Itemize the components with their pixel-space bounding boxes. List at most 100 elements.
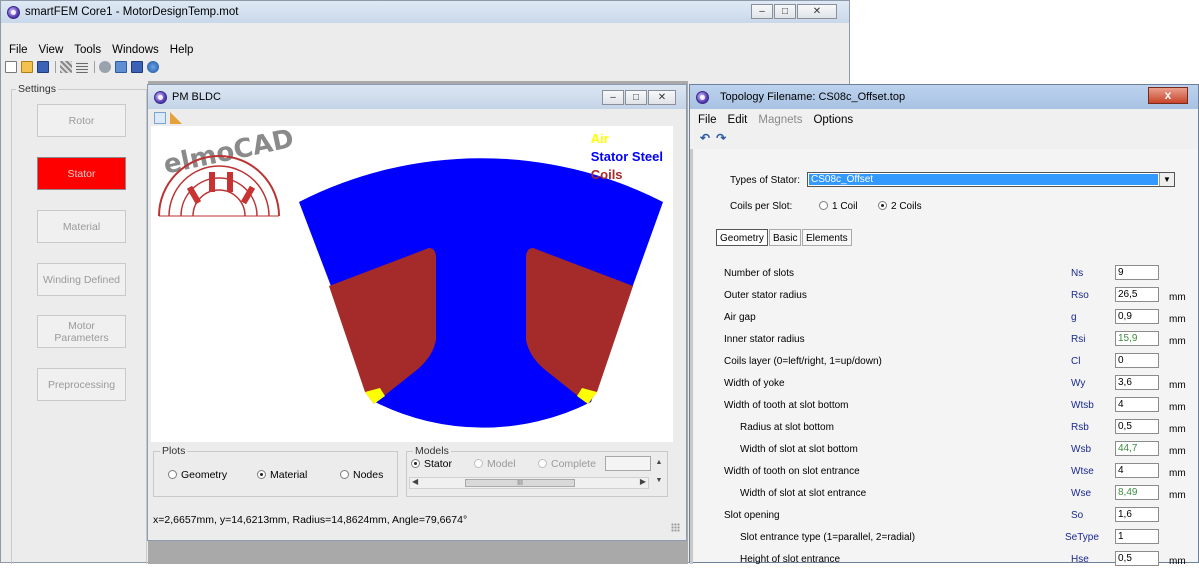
- param-label: Coils layer (0=left/right, 1=up/down): [724, 356, 882, 367]
- main-toolbar: [1, 59, 849, 75]
- scroll-left-arrow[interactable]: ◀: [412, 477, 418, 486]
- menu-tools[interactable]: Tools: [74, 44, 101, 56]
- models-combo[interactable]: [605, 456, 651, 471]
- param-unit: mm: [1169, 490, 1186, 501]
- param-row: Width of slot at slot entrance Wse 8,49 mm: [724, 484, 1194, 506]
- param-input[interactable]: 8,49: [1115, 485, 1159, 500]
- param-label: Width of tooth at slot bottom: [724, 400, 849, 411]
- param-input[interactable]: 1: [1115, 529, 1159, 544]
- param-row: Width of yoke Wy 3,6 mm: [724, 374, 1194, 396]
- radio-geometry[interactable]: Geometry: [168, 469, 227, 481]
- models-group: Models Stator Model Complete ▲ ▼ ◀ III ▶: [406, 445, 668, 497]
- tab-basic[interactable]: Basic: [769, 229, 802, 246]
- topology-close-button[interactable]: x: [1148, 87, 1188, 104]
- param-input[interactable]: 0: [1115, 353, 1159, 368]
- types-of-stator-select[interactable]: CS08c_Offset ▼: [807, 172, 1175, 187]
- radio-stator[interactable]: Stator: [411, 458, 452, 470]
- radio-model[interactable]: Model: [474, 458, 516, 470]
- topo-menu-edit[interactable]: Edit: [728, 114, 748, 126]
- param-input[interactable]: 44,7: [1115, 441, 1159, 456]
- topology-content: Types of Stator: CS08c_Offset ▼ Coils pe…: [694, 149, 1198, 567]
- radio-complete[interactable]: Complete: [538, 458, 596, 470]
- radio-geometry-dot: [168, 470, 177, 479]
- topology-title-bar[interactable]: Topology Filename: CS08c_Offset.top x: [690, 85, 1198, 109]
- types-of-stator-value: CS08c_Offset: [809, 174, 1158, 185]
- dropdown-arrow-icon[interactable]: ▼: [1159, 173, 1174, 186]
- param-input[interactable]: 0,5: [1115, 419, 1159, 434]
- topo-menu-file[interactable]: File: [698, 114, 717, 126]
- param-input[interactable]: 0,5: [1115, 551, 1159, 566]
- pm-close-button[interactable]: ✕: [648, 90, 676, 105]
- main-title-bar[interactable]: smartFEM Core1 - MotorDesignTemp.mot – □…: [1, 1, 849, 23]
- pm-title-bar[interactable]: PM BLDC – □ ✕: [148, 85, 686, 109]
- minimize-button[interactable]: –: [751, 4, 773, 19]
- param-unit: mm: [1169, 468, 1186, 479]
- param-symbol: Wtsb: [1071, 400, 1094, 411]
- new-file-icon[interactable]: [5, 61, 17, 73]
- pointer-icon[interactable]: [154, 112, 166, 124]
- app-icon: [7, 5, 20, 19]
- main-menu-bar: File View Tools Windows Help: [1, 41, 849, 59]
- radio-2-coils[interactable]: 2 Coils: [878, 201, 922, 212]
- rotor-button[interactable]: Rotor: [37, 104, 126, 137]
- param-input[interactable]: 0,9: [1115, 309, 1159, 324]
- material-button[interactable]: Material: [37, 210, 126, 243]
- param-input[interactable]: 3,6: [1115, 375, 1159, 390]
- pm-bldc-window: PM BLDC – □ ✕ elmoCAD Air Stator Steel C…: [147, 84, 687, 541]
- models-scrollbar[interactable]: ◀ III ▶: [409, 477, 649, 489]
- tab-geometry[interactable]: Geometry: [716, 229, 768, 246]
- scroll-thumb[interactable]: III: [465, 479, 575, 487]
- drawing-canvas[interactable]: elmoCAD Air Stator Steel Coils: [151, 126, 673, 442]
- save-icon[interactable]: [37, 61, 49, 73]
- radio-1-coil-label: 1 Coil: [832, 201, 858, 212]
- menu-windows[interactable]: Windows: [112, 44, 159, 56]
- redo-icon[interactable]: ↷: [716, 131, 726, 145]
- globe-icon[interactable]: [147, 61, 159, 73]
- radio-geometry-label: Geometry: [181, 469, 228, 481]
- ruler-icon[interactable]: [170, 112, 182, 124]
- mesh-icon[interactable]: [60, 61, 72, 73]
- radio-2-coils-dot: [878, 201, 887, 210]
- param-unit: mm: [1169, 556, 1186, 567]
- radio-1-coil[interactable]: 1 Coil: [819, 201, 858, 212]
- param-input[interactable]: 4: [1115, 397, 1159, 412]
- pm-minimize-button[interactable]: –: [602, 90, 624, 105]
- param-input[interactable]: 15,9: [1115, 331, 1159, 346]
- tab-elements[interactable]: Elements: [802, 229, 852, 246]
- param-input[interactable]: 1,6: [1115, 507, 1159, 522]
- status-line: x=2,6657mm, y=14,6213mm, Radius=14,8624m…: [153, 514, 468, 526]
- radio-material[interactable]: Material: [257, 469, 307, 481]
- table-icon[interactable]: [131, 61, 143, 73]
- stator-button[interactable]: Stator: [37, 157, 126, 190]
- undo-icon[interactable]: ↶: [700, 131, 710, 145]
- resize-grip-icon[interactable]: [671, 523, 680, 532]
- preprocessing-button[interactable]: Preprocessing: [37, 368, 126, 401]
- grid-icon[interactable]: [76, 61, 88, 73]
- param-input[interactable]: 4: [1115, 463, 1159, 478]
- close-button[interactable]: ✕: [797, 4, 837, 19]
- menu-view[interactable]: View: [39, 44, 64, 56]
- pm-maximize-button[interactable]: □: [625, 90, 647, 105]
- menu-file[interactable]: File: [9, 44, 28, 56]
- param-input[interactable]: 9: [1115, 265, 1159, 280]
- maximize-button[interactable]: □: [774, 4, 796, 19]
- models-spinner[interactable]: ▲ ▼: [653, 454, 665, 490]
- topology-toolbar: ↶ ↷: [700, 131, 726, 145]
- topology-scrollbar[interactable]: [690, 149, 693, 564]
- param-input[interactable]: 26,5: [1115, 287, 1159, 302]
- radio-2-coils-label: 2 Coils: [891, 201, 922, 212]
- edit-icon[interactable]: [115, 61, 127, 73]
- legend-coils: Coils: [590, 167, 623, 182]
- topo-menu-options[interactable]: Options: [813, 114, 853, 126]
- motor-parameters-button[interactable]: Motor Parameters: [37, 315, 126, 348]
- scroll-right-arrow[interactable]: ▶: [640, 477, 646, 486]
- pm-app-icon: [154, 90, 167, 104]
- param-label: Width of tooth on slot entrance: [724, 466, 860, 477]
- winding-defined-button[interactable]: Winding Defined: [37, 263, 126, 296]
- gear-icon[interactable]: [99, 61, 111, 73]
- menu-help[interactable]: Help: [170, 44, 194, 56]
- open-folder-icon[interactable]: [21, 61, 33, 73]
- radio-nodes[interactable]: Nodes: [340, 469, 383, 481]
- topo-menu-magnets[interactable]: Magnets: [758, 114, 802, 126]
- radio-model-label: Model: [487, 458, 516, 470]
